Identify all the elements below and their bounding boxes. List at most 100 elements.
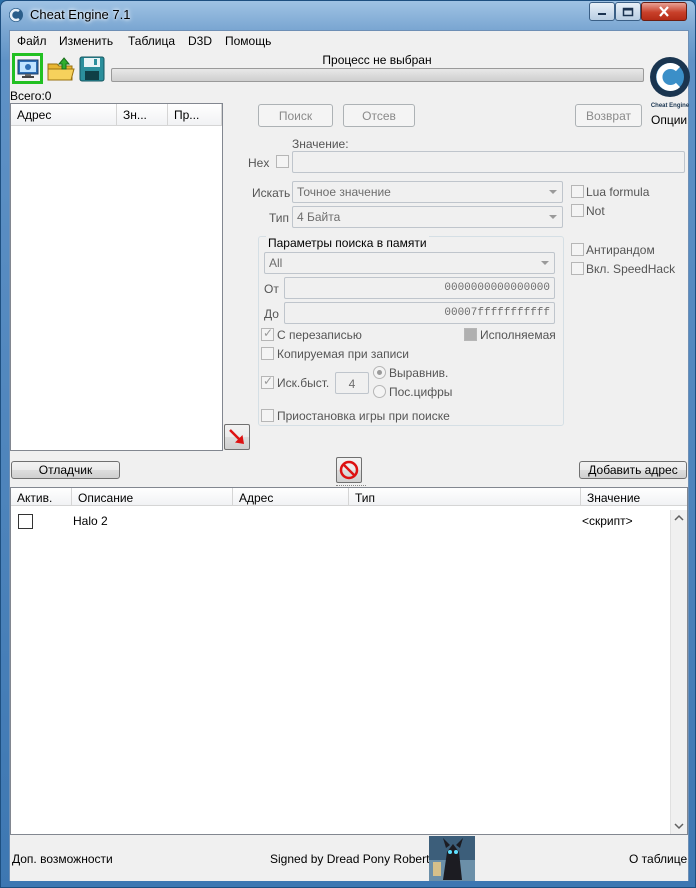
start-address-input[interactable]: 0000000000000000 [284,277,555,299]
table-author-avatar [429,836,475,881]
executable-label: Исполняемая [480,328,556,342]
pause-game-label: Приостановка игры при поиске [277,409,450,423]
column-header-active[interactable]: Актив. [11,488,72,506]
open-folder-icon [47,56,75,80]
stop-address-label: До [264,307,279,321]
scan-type-select[interactable]: Точное значение [292,181,563,203]
maximize-button[interactable] [615,2,641,21]
fast-scan-label: Иск.быст. [277,376,330,390]
value-type-select[interactable]: 4 Байта [292,206,563,228]
copy-on-write-checkbox[interactable] [261,347,274,360]
chevron-down-icon [549,190,557,194]
title-bar[interactable]: Cheat Engine 7.1 [1,1,695,29]
add-address-button[interactable]: Добавить адрес [579,461,687,479]
lua-formula-label: Lua formula [586,185,650,199]
active-checkbox[interactable] [18,514,33,529]
column-header-previous[interactable]: Пр... [168,104,222,126]
add-to-list-button[interactable] [224,424,250,450]
row-description: Halo 2 [73,514,108,528]
table-row[interactable]: Halo 2 <скрипт> [11,508,671,530]
minimize-button[interactable] [589,2,615,21]
close-icon [659,6,669,17]
menu-bar: Файл Изменить Таблица D3D Помощь [10,31,688,51]
column-header-address[interactable]: Адрес [233,488,349,506]
memory-view-button[interactable]: Отладчик [11,461,120,479]
hex-label: Hex [248,156,270,170]
speedhack-label: Вкл. SpeedHack [586,262,676,276]
fast-scan-alignment-input[interactable]: 4 [335,372,369,394]
cheat-engine-app-icon [9,8,23,22]
column-header-address[interactable]: Адрес [11,104,117,126]
next-scan-button[interactable]: Отсев [343,104,415,127]
logo-text: Cheat Engine [651,103,690,109]
last-digits-label: Пос.цифры [389,385,453,399]
clear-list-button[interactable] [336,457,362,483]
column-header-value[interactable]: Значение [581,488,687,506]
menu-help[interactable]: Помощь [225,34,271,48]
stop-address-input[interactable]: 00007fffffffffff [284,302,555,324]
chevron-down-icon [549,215,557,219]
pause-game-checkbox[interactable] [261,409,274,422]
menu-table[interactable]: Таблица [128,34,175,48]
column-header-description[interactable]: Описание [72,488,233,506]
hex-checkbox[interactable] [276,155,289,168]
table-info-link[interactable]: О таблице [629,852,687,866]
stop-sign-icon [339,460,359,480]
window-title: Cheat Engine 7.1 [30,7,131,22]
settings-label[interactable]: Опции [651,113,687,127]
red-arrow-down-right-icon [229,429,244,444]
menu-file[interactable]: Файл [17,34,47,48]
column-header-type[interactable]: Тип [349,488,581,506]
scan-type-value: Точное значение [297,185,391,199]
anti-random-label: Антирандом [586,243,655,257]
cheat-engine-logo-icon[interactable]: Cheat Engine [648,53,692,111]
column-header-value[interactable]: Зн... [117,104,168,126]
scroll-up-icon[interactable] [671,512,687,524]
value-input[interactable] [292,151,685,173]
chevron-down-icon [541,261,549,265]
minimize-icon [598,12,606,15]
menu-d3d[interactable]: D3D [188,34,212,48]
not-checkbox[interactable] [571,204,584,217]
lua-formula-checkbox[interactable] [571,185,584,198]
first-scan-button[interactable]: Поиск [258,104,333,127]
advanced-options-link[interactable]: Доп. возможности [12,852,113,866]
found-addresses-list[interactable]: Адрес Зн... Пр... [10,103,223,451]
executable-checkbox[interactable] [464,328,477,341]
alignment-label: Выравнив. [389,366,449,380]
close-button[interactable] [641,2,687,21]
undo-scan-button[interactable]: Возврат [575,104,642,127]
value-type-value: 4 Байта [297,210,341,224]
application-window: Cheat Engine 7.1 Файл Изменить Таблица D… [0,0,696,888]
open-file-button[interactable] [45,53,76,84]
scroll-down-icon[interactable] [671,820,687,832]
anti-random-checkbox[interactable] [571,243,584,256]
signed-by-label: Signed by Dread Pony Roberts [270,852,436,866]
last-digits-radio[interactable] [373,385,386,398]
scan-type-label: Искать [252,186,291,200]
found-count-label: Всего:0 [10,89,52,103]
floppy-disk-icon [79,56,104,81]
row-value: <скрипт> [582,514,633,528]
save-button[interactable] [76,53,107,84]
alignment-radio[interactable] [373,366,386,379]
start-address-label: От [264,282,279,296]
memory-scan-options-title: Параметры поиска в памяти [266,236,429,250]
menu-edit[interactable]: Изменить [59,34,113,48]
not-label: Not [586,204,605,218]
vertical-scrollbar[interactable] [670,510,687,834]
value-type-label: Тип [269,211,290,225]
memory-region-select[interactable]: All [264,252,555,274]
cheat-table[interactable]: Актив. Описание Адрес Тип Значение Halo … [10,487,688,835]
copy-on-write-label: Копируемая при записи [277,347,409,361]
computer-icon [17,59,38,78]
main-client-area: Файл Изменить Таблица D3D Помощь Процесс… [9,30,692,881]
fast-scan-checkbox[interactable] [261,374,274,389]
speedhack-checkbox[interactable] [571,262,584,275]
scan-progress-bar [111,68,644,82]
memory-region-value: All [269,256,283,270]
writable-label: С перезаписью [277,328,362,342]
open-process-button[interactable] [12,53,43,84]
writable-checkbox[interactable] [261,326,274,341]
value-label: Значение: [292,137,349,151]
